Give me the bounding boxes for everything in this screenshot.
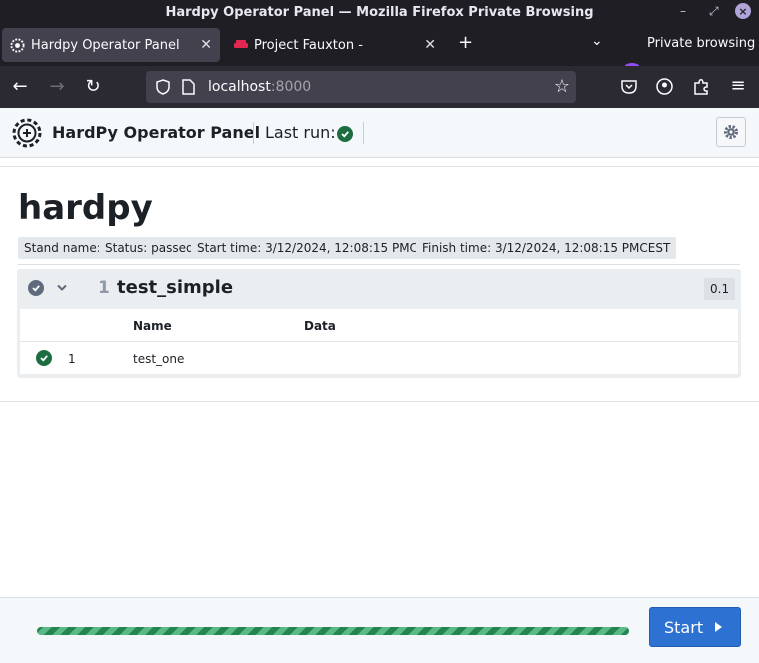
reload-icon[interactable]: ↻ [82,76,104,97]
module-passed-icon [28,280,44,296]
case-passed-icon [36,350,52,366]
pocket-icon[interactable] [621,79,637,94]
tab-strip: Hardpy Operator Panel ✕ Project Fauxton … [0,24,759,72]
progress-bar [37,627,629,635]
start-time-tag: Start time: 3/12/2024, 12:08:15 PMCET [191,237,439,259]
account-icon[interactable] [656,78,673,95]
header-divider [253,122,254,144]
tab-close-icon[interactable]: ✕ [200,37,212,53]
back-arrow-icon[interactable]: ← [9,76,31,97]
hardpy-logo-icon [12,118,42,148]
window-title: Hardpy Operator Panel — Mozilla Firefox … [165,4,594,20]
bookmark-star-icon[interactable]: ☆ [554,76,570,97]
module-number: 1 [98,278,110,298]
content-separator [18,264,740,265]
test-cases-table: Name Data 1 test_one [20,309,738,374]
tab-hardpy[interactable]: Hardpy Operator Panel ✕ [2,28,220,62]
settings-button[interactable] [716,117,746,147]
test-module-header[interactable]: 1 test_simple [17,269,741,307]
content-bottom-separator [0,401,759,402]
list-tabs-chevron-icon[interactable]: ⌄ [591,33,603,49]
app-title: HardPy Operator Panel [52,123,261,142]
hardpy-tab-icon [10,38,25,53]
tab-label: Hardpy Operator Panel [31,37,180,53]
gear-icon [724,125,738,139]
status-tag: Status: passed [99,237,200,259]
column-header-name: Name [133,319,172,333]
url-bar[interactable]: localhost:8000 ☆ [146,71,576,103]
module-duration-tag: 0.1 [704,278,736,300]
url-port: :8000 [270,79,312,95]
navigation-bar: ← → ↻ localhost:8000 ☆ ≡ [0,66,759,108]
restore-icon[interactable]: ⤢ [709,4,719,19]
start-button[interactable]: Start [649,607,741,647]
table-divider [20,341,738,342]
finish-time-tag: Finish time: 3/12/2024, 12:08:15 PMCEST [416,237,677,259]
tab-fauxton[interactable]: Project Fauxton - ✕ [226,28,444,62]
tab-label: Project Fauxton - [254,37,363,53]
minimize-icon[interactable]: – [680,4,686,18]
case-number: 1 [68,352,76,366]
hamburger-menu-icon[interactable]: ≡ [727,75,749,96]
extensions-puzzle-icon[interactable] [693,78,709,95]
url-host: localhost [208,79,271,95]
window-close-icon[interactable]: × [735,3,751,19]
module-name: test_simple [117,277,234,298]
window-titlebar: Hardpy Operator Panel — Mozilla Firefox … [0,0,759,24]
stand-name-tag: Stand name: [18,237,107,259]
forward-arrow-icon[interactable]: → [46,76,68,97]
url-text[interactable]: localhost:8000 [208,79,311,95]
couch-icon [234,40,248,48]
play-icon [715,622,722,632]
start-button-label: Start [664,617,704,637]
app-header: HardPy Operator Panel Last run: [0,108,759,158]
case-name: test_one [133,352,185,366]
private-browsing-label: Private browsing [647,36,756,51]
last-run-passed-icon [337,126,353,142]
tab-close-icon[interactable]: ✕ [424,37,436,53]
page-info-icon[interactable] [182,79,195,95]
new-tab-icon[interactable]: + [458,32,473,53]
page-heading: hardpy [18,188,153,228]
column-header-data: Data [304,319,336,333]
shield-icon[interactable] [156,79,170,95]
chevron-down-icon[interactable] [56,283,68,293]
header-divider [363,122,364,144]
last-run-label: Last run: [265,123,336,142]
header-separator [0,166,759,167]
